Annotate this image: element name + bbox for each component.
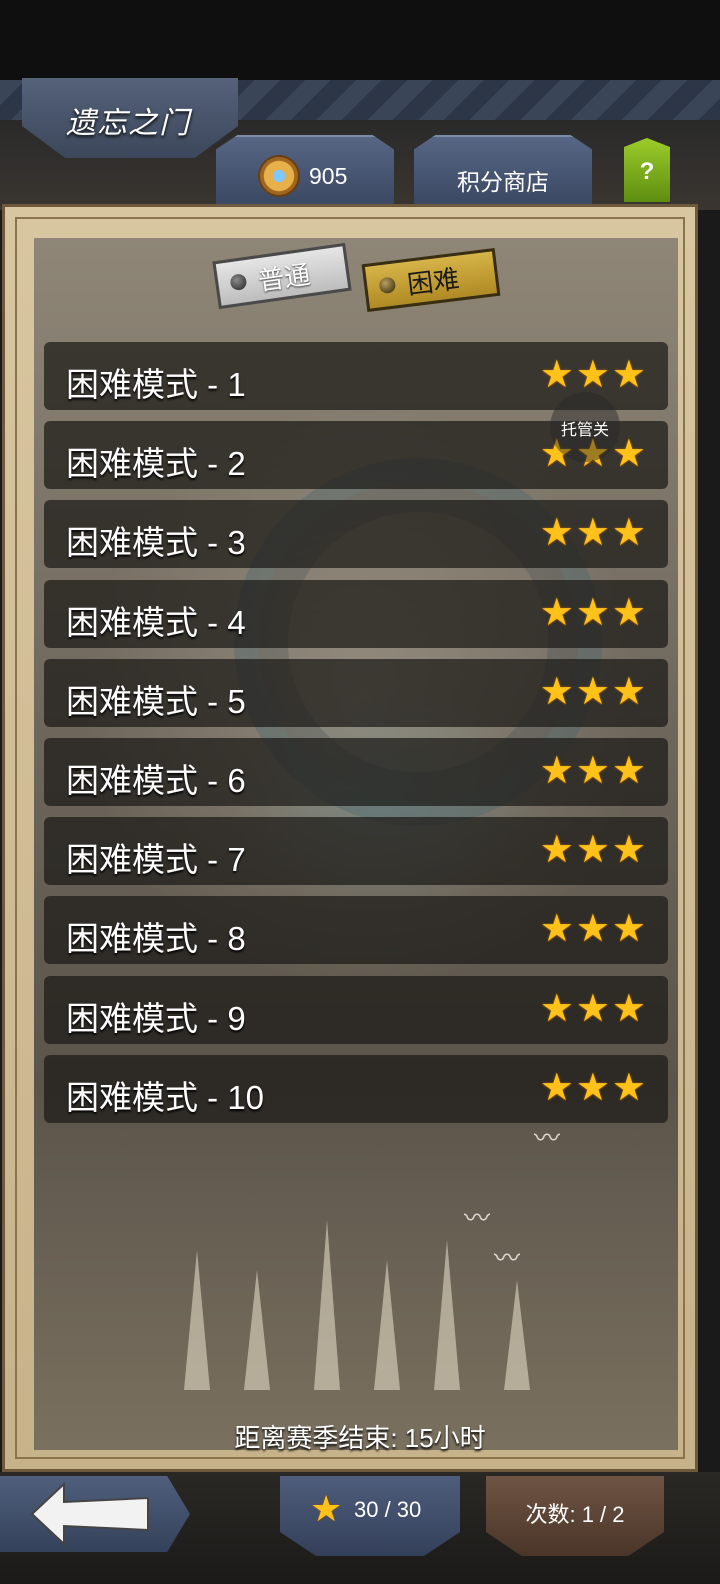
tab-indicator-icon	[378, 276, 397, 295]
level-label: 困难模式 - 5	[66, 683, 246, 720]
level-stars: ★ ★ ★	[540, 910, 646, 948]
star-icon: ★	[611, 829, 646, 871]
level-label: 困难模式 - 4	[66, 604, 246, 641]
star-icon: ★	[539, 829, 574, 871]
level-row[interactable]: 困难模式 - 4 ★ ★ ★	[44, 580, 668, 648]
spire-decoration	[244, 1270, 270, 1390]
level-stars: ★ ★ ★	[540, 514, 646, 552]
spire-decoration	[374, 1260, 400, 1390]
star-icon: ★	[575, 829, 610, 871]
medal-coin-icon	[260, 157, 298, 195]
level-row[interactable]: 困难模式 - 3 ★ ★ ★	[44, 500, 668, 568]
spire-decoration	[314, 1220, 340, 1390]
attempts-value: 次数: 1 / 2	[525, 1502, 625, 1527]
star-icon: ★	[611, 671, 646, 713]
level-label: 困难模式 - 10	[66, 1079, 265, 1116]
spire-decoration	[184, 1250, 210, 1390]
level-label: 困难模式 - 7	[66, 841, 246, 878]
level-row[interactable]: 困难模式 - 5 ★ ★ ★	[44, 659, 668, 727]
page-title: 遗忘之门	[66, 107, 190, 140]
help-icon[interactable]: ?	[624, 158, 670, 186]
star-icon: ★	[611, 512, 646, 554]
coin-value: 905	[309, 163, 348, 189]
points-shop-label[interactable]: 积分商店	[414, 163, 592, 197]
star-icon: ★	[575, 750, 610, 792]
star-icon: ★	[611, 750, 646, 792]
star-icon: ★	[575, 1067, 610, 1109]
star-icon: ★	[575, 354, 610, 396]
tab-hard-label: 困难	[405, 263, 461, 300]
star-total-value: 30 / 30	[354, 1497, 422, 1522]
level-row[interactable]: 困难模式 - 10 ★ ★ ★	[44, 1055, 668, 1123]
star-icon: ★	[539, 671, 574, 713]
star-icon: ★	[539, 988, 574, 1030]
tab-normal-label: 普通	[256, 258, 313, 296]
level-stars: ★ ★ ★	[540, 673, 646, 711]
status-area	[0, 0, 720, 80]
star-icon: ★	[611, 1067, 646, 1109]
level-row[interactable]: 困难模式 - 8 ★ ★ ★	[44, 896, 668, 964]
spire-decoration	[504, 1280, 530, 1390]
bird-decoration: 〰	[534, 1123, 561, 1153]
level-stars: ★ ★ ★	[540, 831, 646, 869]
level-stars: ★ ★ ★	[540, 1069, 646, 1107]
star-icon: ★	[539, 750, 574, 792]
level-label: 困难模式 - 1	[66, 366, 246, 403]
season-countdown: 距离赛季结束: 15小时	[234, 1423, 486, 1453]
star-icon: ★	[539, 512, 574, 554]
star-icon: ★	[310, 1488, 343, 1529]
star-icon: ★	[539, 354, 574, 396]
level-stars: ★ ★ ★	[540, 752, 646, 790]
spire-decoration	[434, 1240, 460, 1390]
level-row[interactable]: 困难模式 - 7 ★ ★ ★	[44, 817, 668, 885]
star-icon: ★	[539, 592, 574, 634]
star-icon: ★	[611, 592, 646, 634]
star-icon: ★	[575, 671, 610, 713]
bird-decoration: 〰	[494, 1243, 521, 1273]
level-stars: ★ ★ ★	[540, 594, 646, 632]
star-icon: ★	[611, 988, 646, 1030]
level-label: 困难模式 - 8	[66, 920, 246, 957]
bird-decoration: 〰	[464, 1203, 491, 1233]
level-label: 困难模式 - 6	[66, 762, 246, 799]
tab-indicator-icon	[229, 273, 248, 292]
star-icon: ★	[539, 908, 574, 950]
star-icon: ★	[575, 988, 610, 1030]
star-icon: ★	[575, 512, 610, 554]
star-icon: ★	[611, 354, 646, 396]
level-label: 困难模式 - 3	[66, 524, 246, 561]
level-row[interactable]: 困难模式 - 9 ★ ★ ★	[44, 976, 668, 1044]
coin-counter	[216, 135, 394, 207]
level-row[interactable]: 困难模式 - 6 ★ ★ ★	[44, 738, 668, 806]
level-label: 困难模式 - 2	[66, 445, 246, 482]
auto-play-floating-button[interactable]: 托管关	[550, 392, 620, 462]
star-icon: ★	[575, 592, 610, 634]
level-stars: ★ ★ ★	[540, 990, 646, 1028]
star-icon: ★	[575, 908, 610, 950]
level-label: 困难模式 - 9	[66, 1000, 246, 1037]
star-icon: ★	[539, 1067, 574, 1109]
arrow-left-icon[interactable]	[28, 1480, 154, 1548]
level-stars: ★ ★ ★	[540, 356, 646, 394]
star-icon: ★	[611, 908, 646, 950]
